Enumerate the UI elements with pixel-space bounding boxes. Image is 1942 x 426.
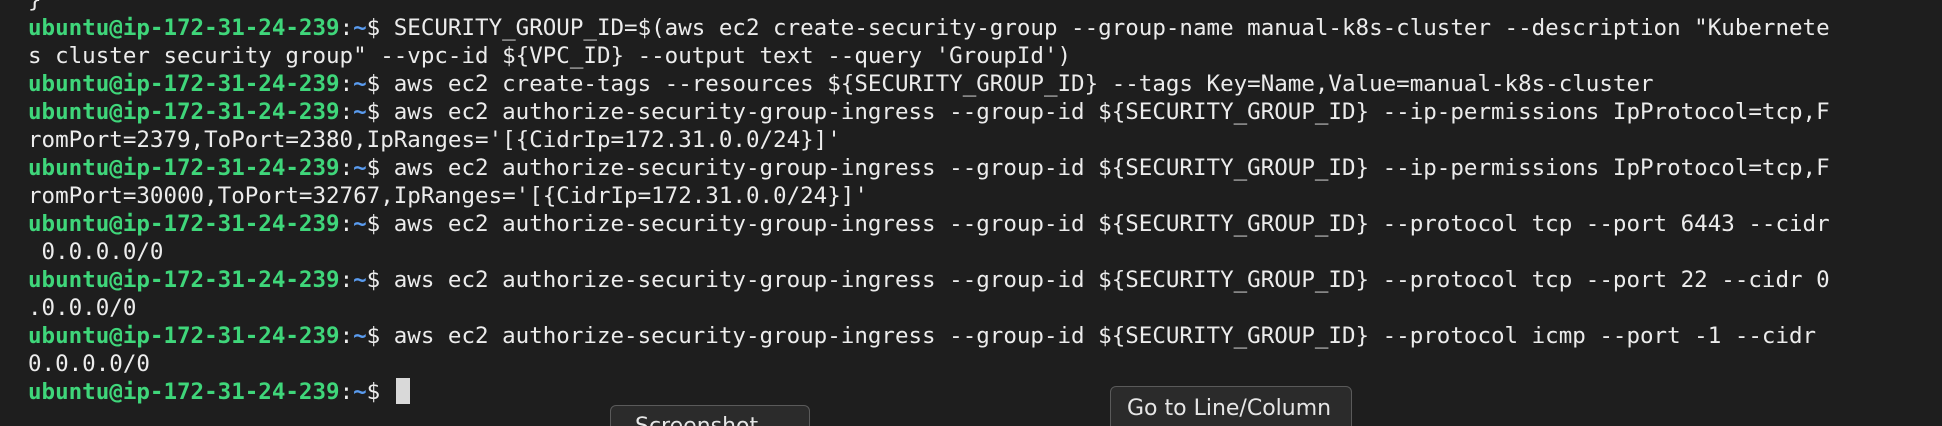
prompt-symbol: $: [366, 155, 394, 181]
prompt-symbol: $: [366, 15, 394, 41]
prompt-symbol: $: [366, 267, 394, 293]
command-line: ubuntu@ip-172-31-24-239:~$ aws ec2 autho…: [28, 154, 1918, 182]
wrapped-line: romPort=30000,ToPort=32767,IpRanges='[{C…: [28, 182, 1918, 210]
command-text: aws ec2 create-tags --resources ${SECURI…: [393, 71, 1654, 97]
prompt-separator: :: [339, 99, 354, 125]
wrapped-line: 0.0.0.0/0: [28, 238, 1918, 266]
prompt-user-host: ubuntu@ip-172-31-24-239: [28, 267, 340, 293]
command-line: ubuntu@ip-172-31-24-239:~$ aws ec2 autho…: [28, 322, 1918, 350]
prompt-symbol: $: [366, 379, 394, 405]
terminal-window[interactable]: } ubuntu@ip-172-31-24-239:~$ SECURITY_GR…: [0, 0, 1942, 426]
wrapped-line: 0.0.0.0/0: [28, 350, 1918, 378]
command-text: aws ec2 authorize-security-group-ingress…: [393, 155, 1830, 181]
command-line: ubuntu@ip-172-31-24-239:~$ aws ec2 creat…: [28, 70, 1918, 98]
prompt-separator: :: [339, 211, 354, 237]
output-text: }: [28, 0, 42, 13]
prompt-symbol: $: [366, 211, 394, 237]
prompt-user-host: ubuntu@ip-172-31-24-239: [28, 379, 340, 405]
screenshot-button[interactable]: Screenshot: [610, 405, 810, 426]
terminal-output: } ubuntu@ip-172-31-24-239:~$ SECURITY_GR…: [28, 0, 1918, 406]
prompt-separator: :: [339, 15, 354, 41]
prompt-directory: ~: [353, 379, 367, 405]
command-text: aws ec2 authorize-security-group-ingress…: [393, 99, 1830, 125]
wrapped-line: s cluster security group" --vpc-id ${VPC…: [28, 42, 1918, 70]
prompt-user-host: ubuntu@ip-172-31-24-239: [28, 99, 340, 125]
command-text-wrap: .0.0.0/0: [28, 295, 137, 321]
prompt-directory: ~: [353, 99, 367, 125]
prompt-user-host: ubuntu@ip-172-31-24-239: [28, 15, 340, 41]
command-line: ubuntu@ip-172-31-24-239:~$ SECURITY_GROU…: [28, 14, 1918, 42]
prompt-directory: ~: [353, 155, 367, 181]
prompt-directory: ~: [353, 267, 367, 293]
go-to-line-column-button[interactable]: Go to Line/Column: [1110, 386, 1352, 426]
command-line: ubuntu@ip-172-31-24-239:~$ aws ec2 autho…: [28, 210, 1918, 238]
command-line: ubuntu@ip-172-31-24-239:~$ aws ec2 autho…: [28, 266, 1918, 294]
wrapped-line: romPort=2379,ToPort=2380,IpRanges='[{Cid…: [28, 126, 1918, 154]
command-text-wrap: s cluster security group" --vpc-id ${VPC…: [28, 43, 1072, 69]
command-text: aws ec2 authorize-security-group-ingress…: [393, 323, 1817, 349]
wrapped-line: .0.0.0/0: [28, 294, 1918, 322]
command-text-wrap: 0.0.0.0/0: [28, 351, 150, 377]
command-text-wrap: 0.0.0.0/0: [28, 239, 164, 265]
prompt-user-host: ubuntu@ip-172-31-24-239: [28, 323, 340, 349]
prompt-separator: :: [339, 323, 354, 349]
command-text: aws ec2 authorize-security-group-ingress…: [393, 211, 1830, 237]
text-cursor: [395, 378, 410, 404]
prompt-symbol: $: [366, 71, 394, 97]
prompt-user-host: ubuntu@ip-172-31-24-239: [28, 155, 340, 181]
command-text-wrap: romPort=2379,ToPort=2380,IpRanges='[{Cid…: [28, 127, 841, 153]
prompt-symbol: $: [366, 99, 394, 125]
command-text-wrap: romPort=30000,ToPort=32767,IpRanges='[{C…: [28, 183, 868, 209]
prompt-directory: ~: [353, 211, 367, 237]
prompt-separator: :: [339, 379, 354, 405]
prompt-separator: :: [339, 267, 354, 293]
prompt-directory: ~: [353, 15, 367, 41]
active-prompt-line[interactable]: ubuntu@ip-172-31-24-239:~$: [28, 378, 1918, 406]
output-line: }: [28, 0, 1918, 14]
prompt-symbol: $: [366, 323, 394, 349]
prompt-separator: :: [339, 71, 354, 97]
command-text: aws ec2 authorize-security-group-ingress…: [393, 267, 1830, 293]
command-text: SECURITY_GROUP_ID=$(aws ec2 create-secur…: [393, 15, 1830, 41]
prompt-separator: :: [339, 155, 354, 181]
prompt-directory: ~: [353, 323, 367, 349]
prompt-directory: ~: [353, 71, 367, 97]
command-line: ubuntu@ip-172-31-24-239:~$ aws ec2 autho…: [28, 98, 1918, 126]
prompt-user-host: ubuntu@ip-172-31-24-239: [28, 71, 340, 97]
prompt-user-host: ubuntu@ip-172-31-24-239: [28, 211, 340, 237]
